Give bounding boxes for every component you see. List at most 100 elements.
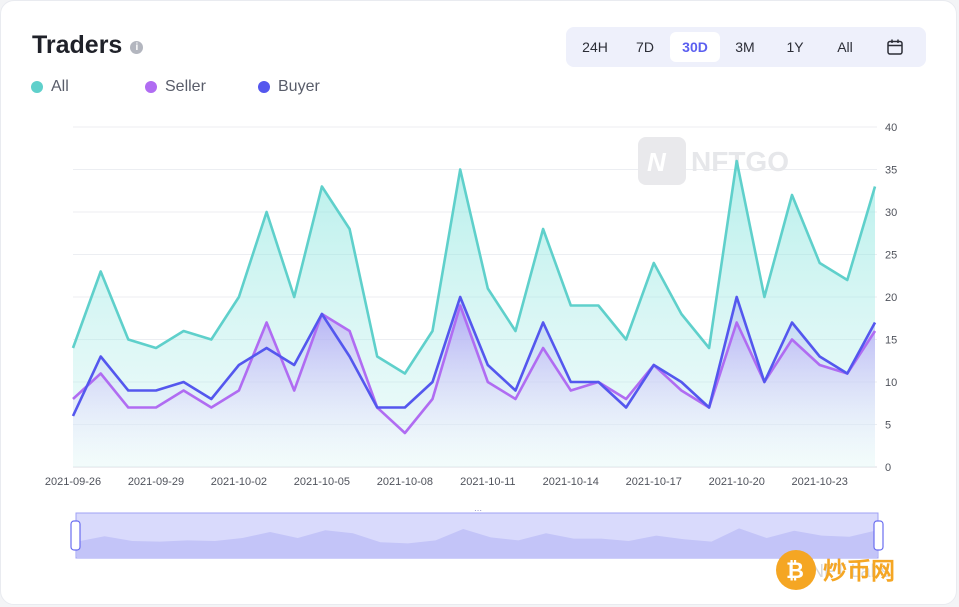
point-all-2021-10-11[interactable] xyxy=(487,287,489,289)
point-all-2021-09-30[interactable] xyxy=(182,330,184,332)
point-seller-2021-09-26[interactable] xyxy=(72,398,74,400)
point-buyer-2021-10-10[interactable] xyxy=(459,296,461,298)
point-buyer-2021-10-21[interactable] xyxy=(763,381,765,383)
point-buyer-2021-10-13[interactable] xyxy=(542,321,544,323)
point-all-2021-10-09[interactable] xyxy=(431,330,433,332)
point-all-2021-10-23[interactable] xyxy=(818,262,820,264)
point-seller-2021-10-13[interactable] xyxy=(542,347,544,349)
x-tick-label-2021-09-29: 2021-09-29 xyxy=(128,476,184,488)
point-all-2021-10-13[interactable] xyxy=(542,228,544,230)
point-buyer-2021-10-12[interactable] xyxy=(514,389,516,391)
point-buyer-2021-10-05[interactable] xyxy=(321,313,323,315)
point-all-2021-10-21[interactable] xyxy=(763,296,765,298)
x-tick-label-2021-10-02: 2021-10-02 xyxy=(211,476,267,488)
point-buyer-2021-10-07[interactable] xyxy=(376,406,378,408)
point-all-2021-10-24[interactable] xyxy=(846,279,848,281)
point-all-2021-10-14[interactable] xyxy=(570,304,572,306)
point-buyer-2021-09-28[interactable] xyxy=(127,389,129,391)
point-buyer-2021-10-09[interactable] xyxy=(431,381,433,383)
point-seller-2021-10-09[interactable] xyxy=(431,398,433,400)
point-buyer-2021-10-14[interactable] xyxy=(570,381,572,383)
point-all-2021-10-12[interactable] xyxy=(514,330,516,332)
point-seller-2021-09-30[interactable] xyxy=(182,389,184,391)
point-seller-2021-10-06[interactable] xyxy=(348,330,350,332)
point-buyer-2021-09-27[interactable] xyxy=(99,355,101,357)
point-seller-2021-09-29[interactable] xyxy=(155,406,157,408)
point-buyer-2021-10-11[interactable] xyxy=(487,364,489,366)
point-all-2021-10-06[interactable] xyxy=(348,228,350,230)
point-seller-2021-10-03[interactable] xyxy=(265,321,267,323)
y-tick-label-40: 40 xyxy=(885,122,897,134)
point-all-2021-09-27[interactable] xyxy=(99,270,101,272)
traders-chart: N NFTGO 0510152025303540 2021-09-26 2021-… xyxy=(45,122,897,590)
point-all-2021-10-01[interactable] xyxy=(210,338,212,340)
point-seller-2021-09-27[interactable] xyxy=(99,372,101,374)
y-axis: 0 5 10 15 20 25 30 35 40 xyxy=(885,122,897,474)
point-seller-2021-10-02[interactable] xyxy=(238,389,240,391)
point-buyer-2021-10-24[interactable] xyxy=(846,372,848,374)
point-seller-2021-09-28[interactable] xyxy=(127,406,129,408)
point-buyer-2021-10-19[interactable] xyxy=(708,406,710,408)
point-all-2021-10-19[interactable] xyxy=(708,347,710,349)
point-buyer-2021-09-26[interactable] xyxy=(72,415,74,417)
x-tick-label-2021-09-26: 2021-09-26 xyxy=(45,476,101,488)
point-all-2021-09-26[interactable] xyxy=(72,347,74,349)
point-buyer-2021-10-23[interactable] xyxy=(818,355,820,357)
point-seller-2021-10-12[interactable] xyxy=(514,398,516,400)
navigator-grip-icon[interactable]: ⋯ xyxy=(474,506,482,515)
point-seller-2021-10-14[interactable] xyxy=(570,389,572,391)
point-seller-2021-10-10[interactable] xyxy=(459,304,461,306)
point-buyer-2021-10-15[interactable] xyxy=(597,381,599,383)
point-buyer-2021-10-08[interactable] xyxy=(404,406,406,408)
point-all-2021-10-02[interactable] xyxy=(238,296,240,298)
point-all-2021-10-05[interactable] xyxy=(321,185,323,187)
y-tick-label-30: 30 xyxy=(885,207,897,219)
range-navigator[interactable]: ⋯ xyxy=(70,506,884,559)
point-all-2021-10-03[interactable] xyxy=(265,211,267,213)
y-tick-label-5: 5 xyxy=(885,420,891,432)
point-all-2021-10-08[interactable] xyxy=(404,372,406,374)
point-all-2021-10-04[interactable] xyxy=(293,296,295,298)
x-tick-label-2021-10-14: 2021-10-14 xyxy=(543,476,599,488)
point-buyer-2021-10-16[interactable] xyxy=(625,406,627,408)
point-all-2021-10-22[interactable] xyxy=(791,194,793,196)
point-seller-2021-10-16[interactable] xyxy=(625,398,627,400)
x-tick-label-2021-10-11: 2021-10-11 xyxy=(460,476,515,488)
point-buyer-2021-10-18[interactable] xyxy=(680,381,682,383)
point-all-2021-09-28[interactable] xyxy=(127,338,129,340)
point-all-2021-10-20[interactable] xyxy=(736,160,738,162)
point-all-2021-10-15[interactable] xyxy=(597,304,599,306)
navigator-right-handle[interactable] xyxy=(873,520,884,551)
point-buyer-2021-10-02[interactable] xyxy=(238,364,240,366)
point-all-2021-10-10[interactable] xyxy=(459,168,461,170)
point-all-2021-09-29[interactable] xyxy=(155,347,157,349)
point-buyer-2021-10-04[interactable] xyxy=(293,364,295,366)
navigator-left-handle[interactable] xyxy=(70,520,81,551)
point-buyer-2021-10-06[interactable] xyxy=(348,355,350,357)
point-all-2021-10-16[interactable] xyxy=(625,338,627,340)
point-all-2021-10-18[interactable] xyxy=(680,313,682,315)
point-seller-2021-10-20[interactable] xyxy=(736,321,738,323)
point-seller-2021-10-25[interactable] xyxy=(874,330,876,332)
point-all-2021-10-17[interactable] xyxy=(653,262,655,264)
point-buyer-2021-10-20[interactable] xyxy=(736,296,738,298)
y-tick-label-0: 0 xyxy=(885,462,891,474)
point-buyer-2021-09-29[interactable] xyxy=(155,389,157,391)
point-buyer-2021-10-03[interactable] xyxy=(265,347,267,349)
point-seller-2021-10-04[interactable] xyxy=(293,389,295,391)
x-tick-label-2021-10-05: 2021-10-05 xyxy=(294,476,350,488)
point-buyer-2021-10-22[interactable] xyxy=(791,321,793,323)
point-all-2021-10-25[interactable] xyxy=(874,185,876,187)
point-seller-2021-10-08[interactable] xyxy=(404,432,406,434)
point-seller-2021-10-11[interactable] xyxy=(487,381,489,383)
point-seller-2021-10-01[interactable] xyxy=(210,406,212,408)
bitcoin-icon-glyph: ₿ xyxy=(786,558,804,583)
point-buyer-2021-09-30[interactable] xyxy=(182,381,184,383)
point-buyer-2021-10-17[interactable] xyxy=(653,364,655,366)
point-buyer-2021-10-25[interactable] xyxy=(874,321,876,323)
point-all-2021-10-07[interactable] xyxy=(376,355,378,357)
point-buyer-2021-10-01[interactable] xyxy=(210,398,212,400)
point-seller-2021-10-23[interactable] xyxy=(818,364,820,366)
point-seller-2021-10-22[interactable] xyxy=(791,338,793,340)
point-seller-2021-10-18[interactable] xyxy=(680,389,682,391)
